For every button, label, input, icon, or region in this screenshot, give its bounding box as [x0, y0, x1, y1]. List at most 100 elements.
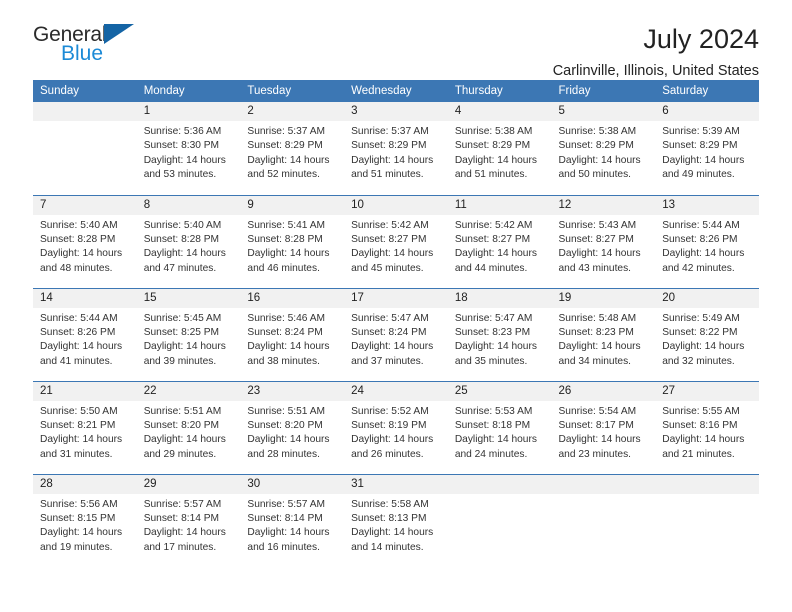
day-details: Sunrise: 5:46 AM Sunset: 8:24 PM Daylight:… [240, 308, 344, 370]
calendar-day-cell[interactable]: 12 Sunrise: 5:43 AM Sunset: 8:27 PM Dayligh… [551, 194, 656, 288]
daylight-text-line1: Daylight: 14 hours [143, 527, 226, 539]
logo-triangle-icon [104, 24, 135, 44]
sunrise-text: Sunrise: 5:53 AM [454, 405, 533, 417]
calendar-day-cell[interactable]: 18 Sunrise: 5:47 AM Sunset: 8:23 PM Dayligh… [447, 287, 552, 381]
daylight-text-line2: and 48 minutes. [40, 262, 113, 274]
calendar-header-row: Sunday Monday Tuesday Wednesday Thursday Frid… [33, 80, 759, 102]
sunset-text: Sunset: 8:15 PM [40, 512, 116, 524]
calendar-day-cell[interactable]: 9 Sunrise: 5:41 AM Sunset: 8:28 PM Daylight… [240, 194, 345, 288]
calendar-week-row: 1 Sunrise: 5:36 AM Sunset: 8:30 PM Daylight… [33, 102, 759, 195]
calendar-day-cell[interactable]: 4 Sunrise: 5:38 AM Sunset: 8:29 PM Daylight… [447, 102, 552, 195]
day-number: 27 [655, 381, 759, 401]
calendar-day-cell[interactable]: 20 Sunrise: 5:49 AM Sunset: 8:22 PM Dayligh… [655, 287, 759, 381]
daylight-text-line1: Daylight: 14 hours [247, 434, 330, 446]
day-number [447, 474, 552, 494]
sunset-text: Sunset: 8:23 PM [558, 326, 634, 338]
calendar-day-cell[interactable]: 7 Sunrise: 5:40 AM Sunset: 8:28 PM Daylight… [33, 194, 137, 288]
sunrise-text: Sunrise: 5:47 AM [351, 312, 429, 324]
calendar-day-cell[interactable]: 5 Sunrise: 5:38 AM Sunset: 8:29 PM Daylight… [551, 102, 656, 195]
daylight-text-line2: and 37 minutes. [351, 355, 424, 367]
calendar-day-cell[interactable]: 26 Sunrise: 5:54 AM Sunset: 8:17 PM Dayligh… [551, 380, 656, 474]
calendar-day-cell[interactable]: 28 Sunrise: 5:56 AM Sunset: 8:15 PM Dayligh… [33, 473, 137, 567]
day-number: 14 [33, 288, 137, 308]
day-details: Sunrise: 5:56 AM Sunset: 8:15 PM Daylight:… [33, 494, 137, 556]
day-number: 25 [447, 381, 552, 401]
calendar-day-cell[interactable]: 25 Sunrise: 5:53 AM Sunset: 8:18 PM Dayligh… [447, 380, 552, 474]
calendar-day-cell[interactable]: 31 Sunrise: 5:58 AM Sunset: 8:13 PM Dayligh… [344, 473, 448, 567]
day-number: 4 [447, 102, 552, 121]
day-number: 19 [551, 288, 656, 308]
calendar-day-cell[interactable]: 14 Sunrise: 5:44 AM Sunset: 8:26 PM Dayligh… [33, 287, 137, 381]
day-details: Sunrise: 5:57 AM Sunset: 8:14 PM Daylight:… [240, 494, 344, 556]
day-details: Sunrise: 5:38 AM Sunset: 8:29 PM Daylight:… [552, 121, 656, 183]
calendar-day-cell[interactable]: 22 Sunrise: 5:51 AM Sunset: 8:20 PM Dayligh… [136, 380, 241, 474]
calendar-day-cell[interactable]: 2 Sunrise: 5:37 AM Sunset: 8:29 PM Daylight… [240, 102, 345, 195]
day-details: Sunrise: 5:40 AM Sunset: 8:28 PM Daylight:… [137, 215, 241, 277]
day-number: 12 [551, 195, 656, 215]
sunset-text: Sunset: 8:16 PM [662, 419, 738, 431]
calendar-day-cell[interactable]: 30 Sunrise: 5:57 AM Sunset: 8:14 PM Dayligh… [240, 473, 345, 567]
daylight-text-line1: Daylight: 14 hours [351, 248, 434, 260]
sunrise-text: Sunrise: 5:55 AM [662, 405, 740, 417]
day-number [655, 474, 759, 494]
sunset-text: Sunset: 8:20 PM [247, 419, 323, 431]
daylight-text-line1: Daylight: 14 hours [351, 527, 434, 539]
location-subtitle: Carlinville, Illinois, United States [552, 63, 759, 80]
daylight-text-line1: Daylight: 14 hours [662, 154, 745, 166]
day-number [33, 102, 137, 121]
daylight-text-line2: and 32 minutes. [662, 355, 735, 367]
daylight-text-line1: Daylight: 14 hours [247, 154, 330, 166]
sunrise-text: Sunrise: 5:48 AM [558, 312, 637, 324]
sunrise-text: Sunrise: 5:40 AM [143, 219, 222, 231]
day-details: Sunrise: 5:47 AM Sunset: 8:24 PM Daylight:… [344, 308, 448, 370]
weekday-header-monday: Monday [136, 80, 241, 102]
sunset-text: Sunset: 8:22 PM [662, 326, 738, 338]
sunrise-text: Sunrise: 5:47 AM [454, 312, 533, 324]
calendar-day-cell[interactable]: 17 Sunrise: 5:47 AM Sunset: 8:24 PM Dayligh… [344, 287, 448, 381]
day-number: 26 [551, 381, 656, 401]
day-details: Sunrise: 5:47 AM Sunset: 8:23 PM Daylight:… [448, 308, 552, 370]
sunrise-text: Sunrise: 5:44 AM [40, 312, 118, 324]
daylight-text-line2: and 47 minutes. [143, 262, 217, 274]
calendar-day-cell-empty [33, 102, 137, 195]
calendar-day-cell[interactable]: 27 Sunrise: 5:55 AM Sunset: 8:16 PM Dayligh… [655, 380, 759, 474]
calendar-day-cell[interactable]: 1 Sunrise: 5:36 AM Sunset: 8:30 PM Daylight… [136, 102, 241, 195]
calendar-day-cell[interactable]: 11 Sunrise: 5:42 AM Sunset: 8:27 PM Dayligh… [447, 194, 552, 288]
calendar-day-cell[interactable]: 23 Sunrise: 5:51 AM Sunset: 8:20 PM Dayligh… [240, 380, 345, 474]
daylight-text-line2: and 17 minutes. [143, 541, 217, 553]
calendar-day-cell[interactable]: 21 Sunrise: 5:50 AM Sunset: 8:21 PM Dayligh… [33, 380, 137, 474]
calendar-day-cell[interactable]: 29 Sunrise: 5:57 AM Sunset: 8:14 PM Dayligh… [136, 473, 241, 567]
day-number: 18 [447, 288, 552, 308]
calendar-day-cell[interactable]: 3 Sunrise: 5:37 AM Sunset: 8:29 PM Daylight… [344, 102, 448, 195]
daylight-text-line2: and 38 minutes. [247, 355, 320, 367]
generalblue-logo[interactable]: General Blue [33, 24, 153, 64]
sunrise-text: Sunrise: 5:57 AM [247, 498, 325, 510]
day-number: 30 [240, 474, 345, 494]
calendar-day-cell[interactable]: 6 Sunrise: 5:39 AM Sunset: 8:29 PM Daylight… [655, 102, 759, 195]
day-details: Sunrise: 5:50 AM Sunset: 8:21 PM Daylight:… [33, 401, 137, 463]
sunrise-text: Sunrise: 5:49 AM [662, 312, 740, 324]
daylight-text-line2: and 52 minutes. [247, 169, 320, 181]
day-number: 21 [33, 381, 137, 401]
day-number: 3 [344, 102, 448, 121]
weekday-header-thursday: Thursday [447, 80, 552, 102]
calendar-day-cell[interactable]: 19 Sunrise: 5:48 AM Sunset: 8:23 PM Dayligh… [551, 287, 656, 381]
day-details: Sunrise: 5:44 AM Sunset: 8:26 PM Daylight:… [655, 215, 759, 277]
day-number: 13 [655, 195, 759, 215]
sunset-text: Sunset: 8:21 PM [40, 419, 116, 431]
calendar-day-cell[interactable]: 16 Sunrise: 5:46 AM Sunset: 8:24 PM Dayligh… [240, 287, 345, 381]
day-details: Sunrise: 5:41 AM Sunset: 8:28 PM Daylight:… [240, 215, 344, 277]
daylight-text-line2: and 51 minutes. [454, 169, 528, 181]
daylight-text-line2: and 24 minutes. [454, 448, 528, 460]
calendar-day-cell[interactable]: 8 Sunrise: 5:40 AM Sunset: 8:28 PM Daylight… [136, 194, 241, 288]
sunrise-text: Sunrise: 5:52 AM [351, 405, 429, 417]
calendar-week-row: 7 Sunrise: 5:40 AM Sunset: 8:28 PM Daylight… [33, 194, 759, 288]
sunset-text: Sunset: 8:23 PM [454, 326, 531, 338]
calendar-day-cell[interactable]: 10 Sunrise: 5:42 AM Sunset: 8:27 PM Dayligh… [344, 194, 448, 288]
calendar-week-row: 21 Sunrise: 5:50 AM Sunset: 8:21 PM Dayligh… [33, 380, 759, 474]
calendar-day-cell[interactable]: 24 Sunrise: 5:52 AM Sunset: 8:19 PM Dayligh… [344, 380, 448, 474]
calendar-day-cell[interactable]: 13 Sunrise: 5:44 AM Sunset: 8:26 PM Dayligh… [655, 194, 759, 288]
sunrise-text: Sunrise: 5:40 AM [40, 219, 118, 231]
daylight-text-line1: Daylight: 14 hours [662, 434, 745, 446]
calendar-day-cell[interactable]: 15 Sunrise: 5:45 AM Sunset: 8:25 PM Dayligh… [136, 287, 241, 381]
